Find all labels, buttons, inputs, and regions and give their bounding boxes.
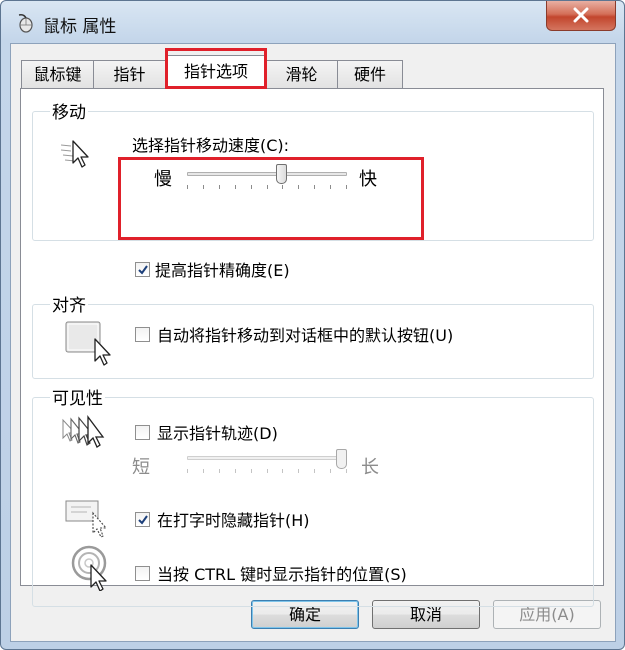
mouse-properties-window: 鼠标 属性 鼠标键 指针 指针选项 滑轮 硬件 移动 选择指针移动速度(C): … <box>0 0 625 650</box>
ctrl-location-label[interactable]: 当按 CTRL 键时显示指针的位置(S) <box>157 561 407 585</box>
slider-tick <box>346 469 347 473</box>
snap-legend: 对齐 <box>50 291 88 316</box>
ctrl-location-checkbox[interactable] <box>135 566 150 581</box>
slider-tick <box>203 469 204 473</box>
snap-label[interactable]: 自动将指针移动到对话框中的默认按钮(U) <box>157 322 453 346</box>
tab-pointers[interactable]: 指针 <box>93 60 166 88</box>
window-title: 鼠标 属性 <box>43 17 117 37</box>
dialog-client-area: 鼠标键 指针 指针选项 滑轮 硬件 移动 选择指针移动速度(C): 慢 快 提高… <box>10 43 616 642</box>
trails-label[interactable]: 显示指针轨迹(D) <box>157 420 278 444</box>
pointer-speed-icon <box>61 140 89 168</box>
hide-while-typing-icon <box>65 500 108 538</box>
precision-checkbox[interactable] <box>135 262 150 277</box>
speed-label: 选择指针移动速度(C): <box>132 136 290 155</box>
slider-tick <box>187 469 188 473</box>
visibility-legend: 可见性 <box>50 384 105 409</box>
mouse-app-icon <box>18 14 33 33</box>
tab-wheel[interactable]: 滑轮 <box>265 60 338 88</box>
title-bar[interactable]: 鼠标 属性 <box>1 1 624 45</box>
hide-typing-checkbox[interactable] <box>135 512 150 527</box>
pointer-trails-icon <box>62 415 105 448</box>
short-label: 短 <box>132 457 150 478</box>
trails-slider-thumb[interactable] <box>336 449 347 469</box>
checkmark-icon <box>138 515 148 525</box>
slider-tick <box>219 469 220 473</box>
slider-tick <box>251 469 252 473</box>
slider-tick <box>267 469 268 473</box>
slider-tick <box>235 469 236 473</box>
tab-hardware[interactable]: 硬件 <box>337 60 403 88</box>
motion-legend: 移动 <box>50 98 88 123</box>
trails-checkbox[interactable] <box>135 425 150 440</box>
slider-tick <box>314 469 315 473</box>
slider-tick <box>298 469 299 473</box>
hide-typing-label[interactable]: 在打字时隐藏指针(H) <box>157 507 310 531</box>
close-button[interactable] <box>546 1 616 31</box>
trails-slider-track[interactable] <box>187 456 347 460</box>
close-icon <box>573 7 589 23</box>
slider-tick <box>282 469 283 473</box>
slider-tick <box>330 469 331 473</box>
tab-annotation-highlight <box>165 48 267 89</box>
snap-to-button-icon <box>65 321 111 366</box>
checkmark-icon <box>138 265 148 275</box>
precision-label[interactable]: 提高指针精确度(E) <box>155 257 290 281</box>
pointer-options-panel: 移动 选择指针移动速度(C): 慢 快 提高指针精确度(E) 对齐 自动将指针移… <box>20 88 604 607</box>
long-label: 长 <box>361 457 379 478</box>
show-location-icon <box>71 545 107 591</box>
tab-buttons[interactable]: 鼠标键 <box>21 60 94 88</box>
snap-checkbox[interactable] <box>135 327 150 342</box>
speed-annotation-highlight <box>118 157 424 240</box>
